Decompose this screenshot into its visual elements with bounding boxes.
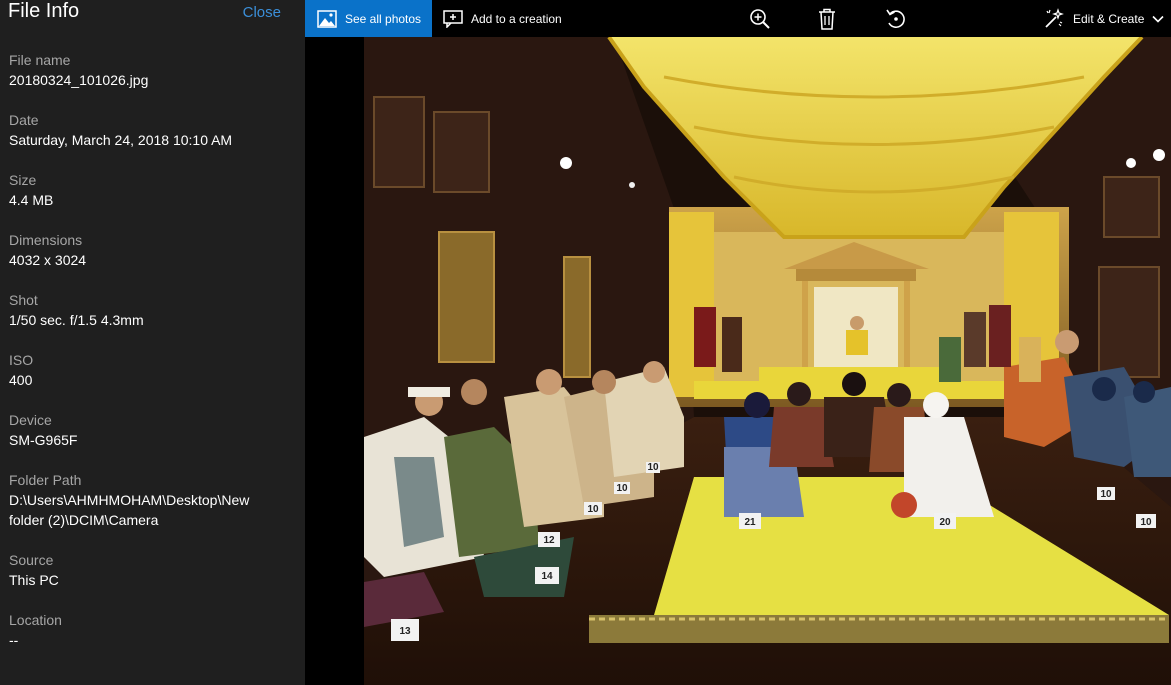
file-name-field: File name 20180324_101026.jpg: [9, 50, 294, 110]
see-all-photos-button[interactable]: See all photos: [305, 0, 432, 37]
field-label: File name: [9, 52, 71, 68]
placard-label: 10: [587, 504, 599, 515]
field-value: This PC: [9, 572, 59, 588]
trash-icon: [819, 8, 835, 30]
add-to-creation-label: Add to a creation: [471, 11, 562, 26]
placard-label: 13: [399, 626, 411, 637]
close-button[interactable]: Close: [243, 3, 281, 23]
placard-label: 10: [1100, 489, 1112, 500]
placard-label: 10: [647, 462, 659, 473]
field-value: 4.4 MB: [9, 192, 54, 208]
edit-wand-icon: [1045, 7, 1064, 28]
photos-icon: [317, 9, 337, 28]
field-label: Dimensions: [9, 232, 83, 248]
field-value: --: [9, 632, 19, 648]
field-value: 400: [9, 372, 33, 388]
placard-label: 21: [744, 517, 756, 528]
field-label: Source: [9, 552, 54, 568]
field-label: Location: [9, 612, 62, 628]
zoom-button[interactable]: [742, 0, 778, 37]
field-value: 1/50 sec. f/1.5 4.3mm: [9, 312, 144, 328]
shot-field: Shot 1/50 sec. f/1.5 4.3mm: [9, 290, 294, 350]
delete-button[interactable]: [809, 0, 845, 37]
placard-label: 14: [541, 571, 553, 582]
folder-path-field: Folder Path D:\Users\AHMHMOHAM\Desktop\N…: [9, 470, 294, 550]
file-info-fields: File name 20180324_101026.jpg Date Satur…: [9, 50, 294, 670]
rotate-button[interactable]: [878, 0, 914, 37]
photos-app-window: File Info Close File name 20180324_10102…: [0, 0, 1171, 685]
panel-title: File Info: [8, 0, 80, 22]
device-field: Device SM-G965F: [9, 410, 294, 470]
field-value: SM-G965F: [9, 432, 78, 448]
placard-label: 12: [543, 535, 555, 546]
field-value: Saturday, March 24, 2018 10:10 AM: [9, 132, 233, 148]
placard-label: 10: [616, 483, 628, 494]
edit-and-create-label: Edit & Create: [1073, 11, 1145, 26]
edit-and-create-button[interactable]: Edit & Create: [1043, 0, 1171, 37]
photo-viewer[interactable]: 13 14 12 10 10 10 21 20 10 10: [305, 37, 1171, 685]
file-info-panel: File Info Close File name 20180324_10102…: [0, 0, 305, 685]
rotate-icon: [886, 9, 905, 28]
zoom-in-icon: [750, 8, 770, 29]
file-info-header: File Info Close: [0, 0, 305, 28]
dimensions-field: Dimensions 4032 x 3024: [9, 230, 294, 290]
field-label: Size: [9, 172, 37, 188]
placard-label: 20: [939, 517, 951, 528]
chevron-down-icon: [1152, 15, 1164, 23]
field-label: Date: [9, 112, 39, 128]
field-value: D:\Users\AHMHMOHAM\Desktop\New folder (2…: [9, 492, 250, 528]
placard-label: 10: [1140, 517, 1152, 528]
size-field: Size 4.4 MB: [9, 170, 294, 230]
iso-field: ISO 400: [9, 350, 294, 410]
museum-hall-photo: 13 14 12 10 10 10 21 20 10 10: [364, 37, 1171, 685]
source-field: Source This PC: [9, 550, 294, 610]
field-value: 4032 x 3024: [9, 252, 87, 268]
location-field: Location --: [9, 610, 294, 670]
date-field: Date Saturday, March 24, 2018 10:10 AM: [9, 110, 294, 170]
see-all-photos-label: See all photos: [345, 11, 422, 26]
field-value: 20180324_101026.jpg: [9, 72, 149, 88]
photo-image[interactable]: 13 14 12 10 10 10 21 20 10 10: [364, 37, 1171, 685]
field-label: ISO: [9, 352, 34, 368]
add-to-creation-button[interactable]: Add to a creation: [443, 0, 583, 37]
add-creation-icon: [443, 9, 463, 28]
field-label: Device: [9, 412, 52, 428]
field-label: Shot: [9, 292, 38, 308]
field-label: Folder Path: [9, 472, 82, 488]
top-toolbar: See all photos Add to a creation Edit & …: [305, 0, 1171, 37]
